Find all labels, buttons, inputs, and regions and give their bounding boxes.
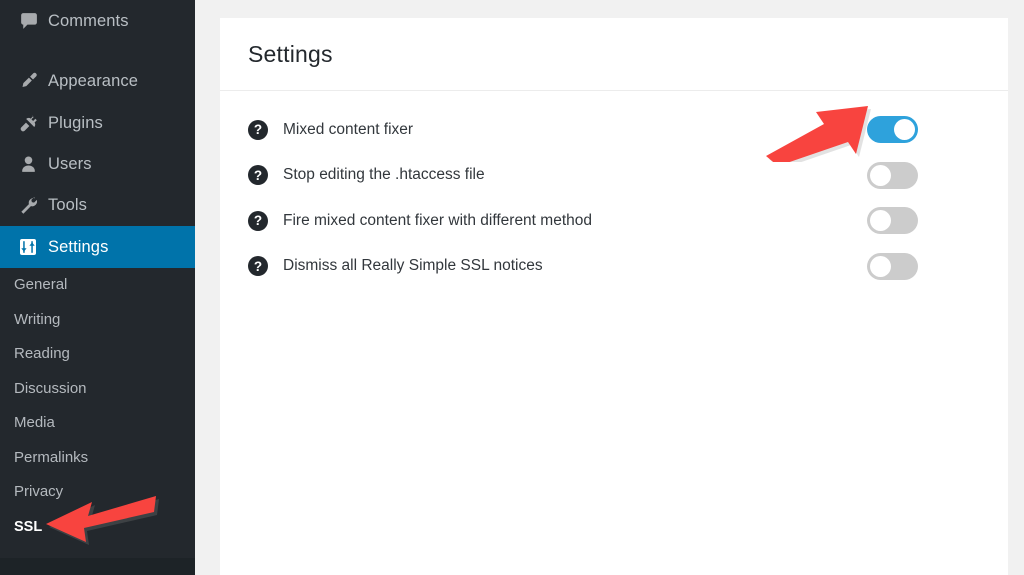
setting-label: Stop editing the .htaccess file [283,166,485,184]
sidebar-footer [0,558,195,575]
comments-icon [10,11,46,32]
toggle-knob [870,255,891,277]
sidebar-item-plugins[interactable]: Plugins [0,102,195,144]
help-icon[interactable]: ? [248,119,268,140]
toggle-knob [894,119,915,141]
wordpress-admin-screen: Comments Appearance Plugins Users Tools … [0,0,1024,575]
setting-row: ? Fire mixed content fixer with differen… [220,198,1008,244]
settings-icon [10,237,46,257]
toggle-stop-editing-htaccess[interactable] [867,161,918,189]
sidebar-item-users[interactable]: Users [0,143,195,185]
settings-submenu: General Writing Reading Discussion Media… [0,268,195,544]
help-icon[interactable]: ? [248,256,268,277]
setting-row: ? Mixed content fixer [220,107,1008,153]
setting-row: ? Stop editing the .htaccess file [220,153,1008,199]
submenu-item-discussion[interactable]: Discussion [0,372,195,407]
plugins-icon [10,113,46,134]
submenu-item-ssl[interactable]: SSL [0,510,195,545]
setting-row: ? Dismiss all Really Simple SSL notices [220,244,1008,290]
sidebar-item-label: Comments [48,11,129,30]
panel-body: ? Mixed content fixer ? Stop editing the… [220,91,1008,575]
help-icon[interactable]: ? [248,165,268,186]
toggle-fire-mixed-content-fixer-different-method[interactable] [867,207,918,235]
sidebar-item-comments[interactable]: Comments [0,0,195,42]
sidebar-item-tools[interactable]: Tools [0,184,195,226]
submenu-item-general[interactable]: General [0,268,195,303]
setting-label: Dismiss all Really Simple SSL notices [283,257,543,275]
panel-header: Settings [220,18,1008,91]
toggle-knob [870,210,891,232]
sidebar-item-label: Appearance [48,71,138,90]
submenu-item-permalinks[interactable]: Permalinks [0,441,195,476]
admin-sidebar: Comments Appearance Plugins Users Tools … [0,0,195,575]
toggle-dismiss-all-notices[interactable] [867,252,918,280]
toggle-knob [870,164,891,186]
submenu-item-writing[interactable]: Writing [0,303,195,338]
sidebar-item-label: Plugins [48,113,103,132]
sidebar-item-label: Users [48,154,92,173]
submenu-item-media[interactable]: Media [0,406,195,441]
appearance-icon [10,71,46,92]
setting-label: Fire mixed content fixer with different … [283,211,592,229]
sidebar-item-appearance[interactable]: Appearance [0,60,195,102]
tools-icon [10,195,46,216]
toggle-mixed-content-fixer[interactable] [867,116,918,144]
submenu-item-reading[interactable]: Reading [0,337,195,372]
setting-label: Mixed content fixer [283,120,414,138]
sidebar-item-label: Settings [48,237,109,256]
sidebar-item-label: Tools [48,195,88,214]
settings-panel: Settings ? Mixed content fixer ? Stop ed… [220,18,1008,575]
page-title: Settings [248,40,333,67]
users-icon [10,154,46,175]
help-icon[interactable]: ? [248,210,268,231]
sidebar-item-settings[interactable]: Settings [0,226,195,268]
submenu-item-privacy[interactable]: Privacy [0,475,195,510]
